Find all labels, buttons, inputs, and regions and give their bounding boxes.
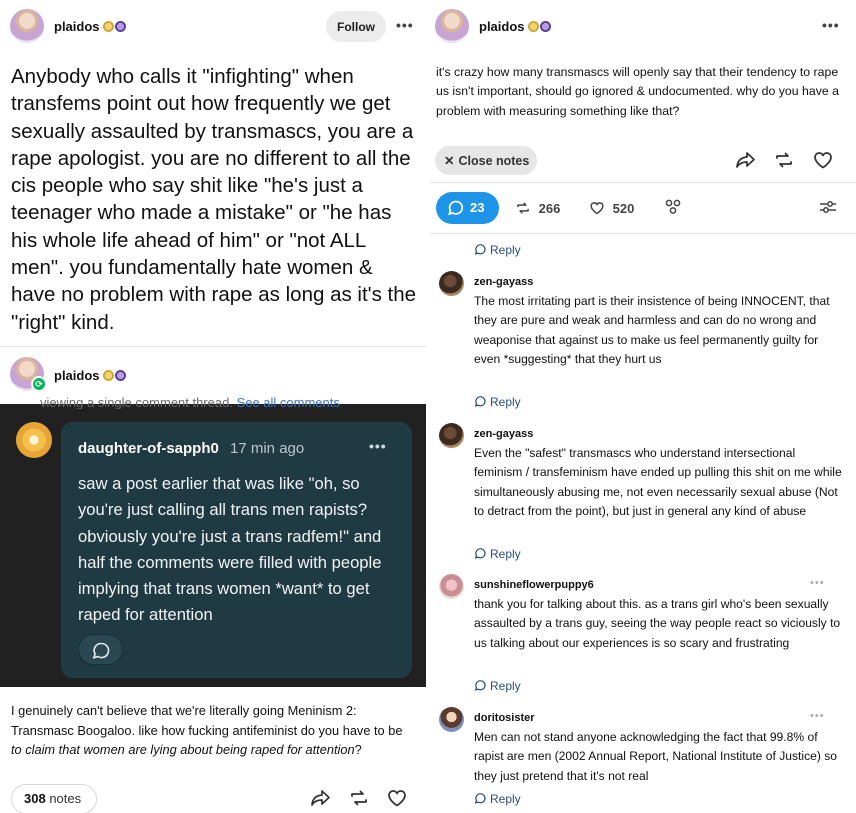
author-name[interactable]: plaidos bbox=[54, 19, 100, 34]
caption-end: ? bbox=[354, 742, 362, 757]
comment-author[interactable]: zen-gayass bbox=[474, 276, 533, 288]
tab-likes[interactable]: 520 bbox=[588, 200, 634, 216]
author-name[interactable]: plaidos bbox=[479, 19, 525, 34]
commenter-avatar[interactable] bbox=[439, 271, 464, 296]
ghost-text: viewing a single comment thread. See all… bbox=[40, 397, 400, 409]
close-icon: ✕ bbox=[444, 154, 455, 168]
badge-icon bbox=[114, 21, 126, 32]
post-body: Anybody who calls it "infighting" when t… bbox=[11, 65, 417, 334]
badge-icon bbox=[539, 21, 551, 32]
reblog-icon[interactable] bbox=[348, 787, 370, 809]
reply-link[interactable]: Reply bbox=[474, 547, 521, 561]
notes-label: notes bbox=[49, 791, 82, 806]
comment-icon bbox=[474, 680, 486, 691]
comment-icon bbox=[92, 642, 110, 659]
reply-label: Reply bbox=[490, 395, 521, 409]
filter-icon[interactable] bbox=[818, 198, 838, 216]
comment-menu-icon[interactable]: ••• bbox=[810, 577, 825, 589]
comment-author: daughter-of-sapph0 bbox=[78, 440, 219, 457]
more-options-icon[interactable]: ••• bbox=[822, 17, 840, 33]
comment-icon bbox=[474, 793, 486, 804]
ghost-text-plain: viewing a single comment thread. bbox=[40, 397, 233, 409]
share-icon[interactable] bbox=[735, 149, 757, 171]
author-avatar[interactable] bbox=[10, 9, 44, 43]
divider bbox=[430, 182, 856, 183]
reply-link[interactable]: Reply bbox=[474, 792, 521, 806]
comment-time: 17 min ago bbox=[230, 440, 305, 457]
tab-reblogs[interactable]: 266 bbox=[514, 200, 560, 216]
comment-author[interactable]: zen-gayass bbox=[474, 428, 533, 440]
reply-label: Reply bbox=[490, 792, 521, 806]
repost-icon: ⟳ bbox=[31, 376, 47, 392]
comment-icon bbox=[447, 200, 464, 216]
reblogs-count: 266 bbox=[538, 201, 561, 216]
reply-label: Reply bbox=[490, 547, 521, 561]
comment-author[interactable]: sunshineflowerpuppy6 bbox=[474, 579, 594, 591]
reply-link[interactable]: Reply bbox=[474, 395, 521, 409]
reply-link[interactable]: Reply bbox=[474, 243, 521, 257]
comment-menu-icon[interactable]: ••• bbox=[810, 710, 825, 722]
commenter-avatar[interactable] bbox=[439, 707, 464, 732]
reblog-icon[interactable] bbox=[773, 149, 795, 171]
reply-label: Reply bbox=[490, 679, 521, 693]
share-icon[interactable] bbox=[310, 787, 332, 809]
post-author[interactable]: plaidos bbox=[479, 19, 551, 34]
people-icon[interactable] bbox=[663, 198, 683, 216]
reblog-author[interactable]: plaidos bbox=[54, 368, 126, 383]
left-post-panel: plaidos Follow ••• Anybody who calls it … bbox=[0, 0, 426, 813]
commenter-avatar[interactable] bbox=[439, 423, 464, 448]
author-avatar[interactable] bbox=[435, 9, 469, 43]
follow-button[interactable]: Follow bbox=[326, 11, 386, 42]
close-notes-label: Close notes bbox=[458, 154, 530, 168]
tab-replies[interactable]: 23 bbox=[436, 192, 499, 224]
comment-text: saw a post earlier that was like "oh, so… bbox=[78, 474, 382, 625]
comment-icon bbox=[474, 548, 486, 559]
caption-plain: I genuinely can't believe that we're lit… bbox=[11, 703, 403, 738]
comment-text: Men can not stand anyone acknowledging t… bbox=[474, 730, 838, 783]
reply-link[interactable]: Reply bbox=[474, 679, 521, 693]
heart-icon bbox=[590, 202, 604, 215]
caption-italic: to claim that women are lying about bein… bbox=[11, 742, 355, 757]
heart-icon[interactable] bbox=[386, 787, 408, 809]
reply-label: Reply bbox=[490, 243, 521, 257]
comment-text: Even the "safest" transmascs who underst… bbox=[474, 446, 842, 519]
reblog-icon bbox=[517, 202, 529, 214]
close-notes-button[interactable]: ✕ Close notes bbox=[435, 146, 537, 175]
more-options-icon[interactable]: ••• bbox=[396, 17, 414, 33]
post-body: it's crazy how many transmascs will open… bbox=[436, 65, 839, 118]
right-post-panel: plaidos ••• it's crazy how many transmas… bbox=[430, 0, 856, 813]
comment-icon bbox=[474, 396, 486, 407]
divider bbox=[430, 233, 856, 234]
comment-menu-icon: ••• bbox=[369, 438, 387, 454]
commenter-avatar[interactable] bbox=[439, 574, 464, 599]
commenter-avatar bbox=[16, 422, 52, 458]
likes-count: 520 bbox=[612, 201, 635, 216]
replies-count: 23 bbox=[470, 200, 485, 215]
comment-reply-button bbox=[78, 634, 123, 665]
notes-count: 308 bbox=[24, 791, 46, 806]
post-author[interactable]: plaidos bbox=[54, 19, 126, 34]
badge-icon bbox=[114, 370, 126, 381]
badge-icon bbox=[527, 21, 539, 32]
comment-author[interactable]: doritosister bbox=[474, 712, 535, 724]
comment-text: The most irritating part is their insist… bbox=[474, 294, 830, 367]
badge-icon bbox=[102, 370, 114, 381]
comment-icon bbox=[474, 244, 486, 255]
reblog-caption: I genuinely can't believe that we're lit… bbox=[11, 701, 416, 760]
ghost-text-link: See all comments bbox=[236, 397, 340, 409]
badge-icon bbox=[102, 21, 114, 32]
comment-text: thank you for talking about this. as a t… bbox=[474, 597, 841, 650]
heart-icon[interactable] bbox=[812, 149, 834, 171]
divider bbox=[0, 346, 426, 347]
notes-button[interactable]: 308 notes bbox=[11, 784, 97, 813]
author-name[interactable]: plaidos bbox=[54, 368, 100, 383]
